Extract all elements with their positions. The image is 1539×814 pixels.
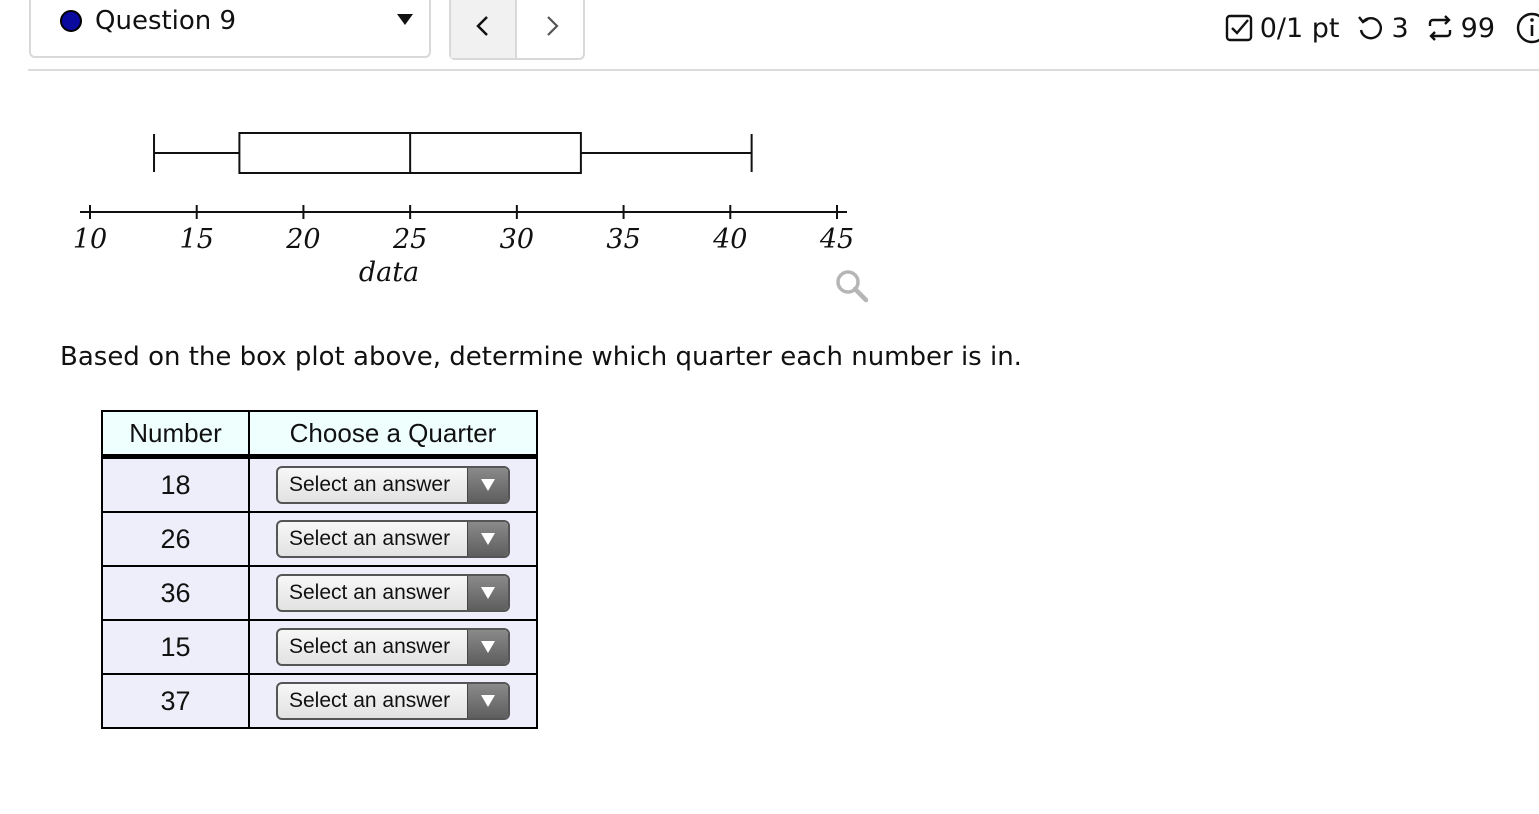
- x-tick-label: 25: [392, 224, 427, 255]
- header-divider: [28, 69, 1539, 71]
- number-cell: 37: [101, 673, 250, 729]
- table-row: 15 Select an answer: [101, 619, 538, 675]
- quarter-cell: Select an answer: [248, 455, 538, 513]
- quarter-select[interactable]: Select an answer: [276, 466, 510, 504]
- dropdown-arrow-icon: [467, 684, 508, 718]
- attempts-count: 99: [1460, 12, 1495, 44]
- attempts-item: 99: [1425, 13, 1495, 44]
- question-nav: [449, 0, 585, 60]
- quarter-select[interactable]: Select an answer: [276, 520, 510, 558]
- question-label: Question 9: [95, 6, 237, 36]
- box-plot: 10 15 20 25 30 35 40 45 data: [60, 110, 860, 294]
- question-prompt: Based on the box plot above, determine w…: [60, 342, 1022, 372]
- next-question-button[interactable]: [519, 0, 585, 58]
- chevron-left-icon: [476, 16, 488, 36]
- quarter-table: Number Choose a Quarter 18 Select an ans…: [101, 410, 538, 729]
- dropdown-arrow-icon: [467, 522, 508, 556]
- info-icon: [1516, 12, 1539, 44]
- quarter-select[interactable]: Select an answer: [276, 628, 510, 666]
- box-plot-svg: 10 15 20 25 30 35 40 45 data: [73, 132, 854, 288]
- quarter-select[interactable]: Select an answer: [276, 574, 510, 612]
- select-value: Select an answer: [289, 689, 451, 712]
- select-value: Select an answer: [289, 527, 451, 550]
- number-cell: 18: [101, 455, 250, 513]
- retries-count: 3: [1391, 12, 1409, 44]
- dropdown-arrow-icon: [467, 630, 508, 664]
- select-value: Select an answer: [289, 473, 451, 496]
- quarter-cell: Select an answer: [248, 673, 538, 729]
- caret-down-icon: [397, 14, 413, 25]
- checkbox-icon: [1225, 14, 1252, 42]
- zoom-button[interactable]: [834, 268, 870, 308]
- repeat-icon: [1428, 15, 1451, 41]
- column-header-number: Number: [101, 410, 250, 459]
- number-cell: 26: [101, 511, 250, 567]
- quarter-cell: Select an answer: [248, 619, 538, 675]
- question-selector[interactable]: Question 9: [29, 0, 431, 58]
- x-tick-label: 20: [285, 224, 320, 255]
- quarter-cell: Select an answer: [248, 511, 538, 567]
- number-cell: 15: [101, 619, 250, 675]
- table-row: 26 Select an answer: [101, 511, 538, 567]
- table-row: 36 Select an answer: [101, 565, 538, 621]
- quarter-select[interactable]: Select an answer: [276, 682, 510, 720]
- score-text: 0/1 pt: [1259, 12, 1340, 44]
- x-tick-label: 40: [712, 224, 747, 255]
- x-tick-label: 35: [606, 224, 640, 255]
- column-header-quarter: Choose a Quarter: [248, 410, 538, 459]
- previous-question-button[interactable]: [451, 0, 517, 58]
- number-cell: 36: [101, 565, 250, 621]
- chevron-right-icon: [547, 16, 559, 36]
- dropdown-arrow-icon: [467, 468, 508, 502]
- score-item: 0/1 pt: [1224, 12, 1340, 44]
- dropdown-arrow-icon: [467, 576, 508, 610]
- x-tick-label: 30: [500, 224, 534, 255]
- x-tick-label: 15: [180, 224, 214, 255]
- question-status-dot: [60, 10, 82, 32]
- retries-item: 3: [1355, 12, 1409, 44]
- x-tick-label: 10: [73, 224, 107, 255]
- select-value: Select an answer: [289, 635, 451, 658]
- table-row: 37 Select an answer: [101, 673, 538, 729]
- quarter-cell: Select an answer: [248, 565, 538, 621]
- info-button[interactable]: [1515, 11, 1539, 45]
- x-tick-label: 45: [819, 224, 854, 255]
- retry-icon: [1358, 16, 1383, 40]
- question-status-bar: 0/1 pt 3 99: [1214, 8, 1539, 48]
- table-row: 18 Select an answer: [101, 455, 538, 513]
- axis-label: data: [359, 257, 419, 288]
- select-value: Select an answer: [289, 581, 451, 604]
- magnifier-icon: [836, 270, 869, 303]
- table-header-row: Number Choose a Quarter: [101, 410, 538, 459]
